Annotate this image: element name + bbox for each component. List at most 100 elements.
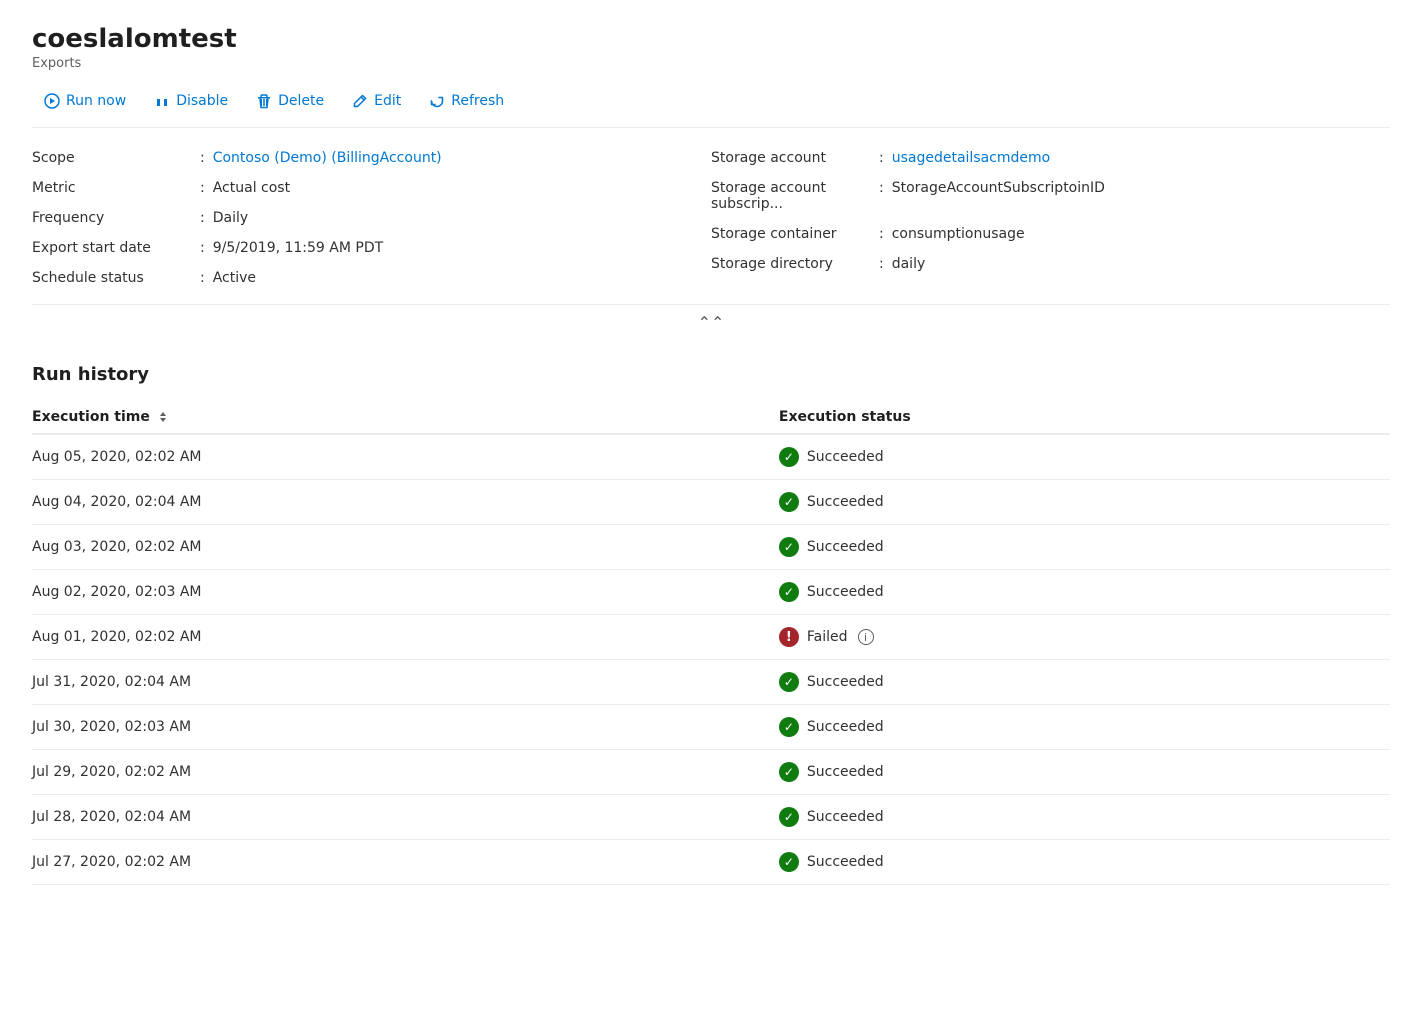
status-text: Succeeded [807,719,884,735]
detail-value: consumptionusage [892,224,1390,244]
detail-label: Frequency [32,208,192,228]
detail-colon: : [871,148,892,168]
table-row: Jul 28, 2020, 02:04 AM✓ Succeeded [32,795,1390,840]
detail-colon: : [192,238,213,258]
run-history-title: Run history [32,364,1390,385]
detail-label: Storage container [711,224,871,244]
details-section: Scope:Contoso (Demo) (BillingAccount)Met… [32,148,1390,288]
detail-label: Schedule status [32,268,192,288]
execution-status-cell: ✓ Succeeded [779,750,1390,795]
detail-value: Active [213,268,711,288]
status-text: Succeeded [807,809,884,825]
detail-label: Storage account [711,148,871,168]
execution-time-cell: Aug 05, 2020, 02:02 AM [32,434,779,480]
status-success-icon: ✓ [779,537,799,557]
disable-label: Disable [176,93,228,109]
table-row: Aug 02, 2020, 02:03 AM✓ Succeeded [32,570,1390,615]
status-text: Succeeded [807,674,884,690]
run-now-button[interactable]: Run now [32,87,138,115]
disable-button[interactable]: Disable [142,87,240,115]
status-success-icon: ✓ [779,807,799,827]
run-history-section: Run history Execution time [32,364,1390,885]
delete-label: Delete [278,93,324,109]
status-success-icon: ✓ [779,717,799,737]
execution-status-cell: ✓ Succeeded [779,525,1390,570]
status-text: Succeeded [807,449,884,465]
detail-colon: : [871,254,892,274]
detail-colon: : [871,178,892,214]
detail-label: Metric [32,178,192,198]
edit-icon [352,93,368,109]
table-row: Jul 31, 2020, 02:04 AM✓ Succeeded [32,660,1390,705]
detail-colon: : [192,268,213,288]
status-text: Succeeded [807,494,884,510]
table-row: Aug 03, 2020, 02:02 AM✓ Succeeded [32,525,1390,570]
table-row: Jul 30, 2020, 02:03 AM✓ Succeeded [32,705,1390,750]
details-left: Scope:Contoso (Demo) (BillingAccount)Met… [32,148,711,288]
execution-time-cell: Aug 01, 2020, 02:02 AM [32,615,779,660]
detail-value: Daily [213,208,711,228]
execution-time-cell: Aug 02, 2020, 02:03 AM [32,570,779,615]
execution-time-cell: Jul 29, 2020, 02:02 AM [32,750,779,795]
execution-status-cell: ✓ Succeeded [779,570,1390,615]
detail-value: daily [892,254,1390,274]
col-execution-status: Execution status [779,401,1390,434]
detail-value: 9/5/2019, 11:59 AM PDT [213,238,711,258]
table-row: Aug 01, 2020, 02:02 AM!Failedi [32,615,1390,660]
execution-status-cell: !Failedi [779,615,1390,660]
breadcrumb: Exports [32,56,1390,71]
execution-time-cell: Jul 30, 2020, 02:03 AM [32,705,779,750]
detail-colon: : [192,148,213,168]
collapse-bar[interactable]: ⌃⌃ [32,304,1390,340]
detail-colon: : [192,208,213,228]
refresh-label: Refresh [451,93,504,109]
disable-icon [154,93,170,109]
execution-status-cell: ✓ Succeeded [779,480,1390,525]
edit-label: Edit [374,93,401,109]
status-success-icon: ✓ [779,672,799,692]
execution-status-cell: ✓Succeeded [779,840,1390,885]
toolbar: Run now Disable Delete [32,87,1390,128]
status-success-icon: ✓ [779,447,799,467]
status-success-icon: ✓ [779,762,799,782]
table-row: Aug 05, 2020, 02:02 AM✓ Succeeded [32,434,1390,480]
sort-icon [156,410,170,424]
detail-label: Export start date [32,238,192,258]
info-icon[interactable]: i [858,629,874,645]
execution-time-cell: Jul 27, 2020, 02:02 AM [32,840,779,885]
detail-colon: : [192,178,213,198]
detail-colon: : [871,224,892,244]
table-row: Jul 29, 2020, 02:02 AM✓ Succeeded [32,750,1390,795]
delete-icon [256,93,272,109]
status-success-icon: ✓ [779,582,799,602]
details-right: Storage account:usagedetailsacmdemoStora… [711,148,1390,288]
refresh-button[interactable]: Refresh [417,87,516,115]
execution-time-cell: Aug 04, 2020, 02:04 AM [32,480,779,525]
detail-value[interactable]: Contoso (Demo) (BillingAccount) [213,148,711,168]
detail-label: Storage directory [711,254,871,274]
execution-status-cell: ✓ Succeeded [779,795,1390,840]
page-title: coeslalomtest [32,24,1390,54]
execution-status-cell: ✓ Succeeded [779,434,1390,480]
detail-value: Actual cost [213,178,711,198]
delete-button[interactable]: Delete [244,87,336,115]
table-row: Jul 27, 2020, 02:02 AM✓Succeeded [32,840,1390,885]
detail-label: Storage account subscrip... [711,178,871,214]
detail-value[interactable]: usagedetailsacmdemo [892,148,1390,168]
status-text: Succeeded [807,764,884,780]
run-now-label: Run now [66,93,126,109]
status-text: Succeeded [807,584,884,600]
edit-button[interactable]: Edit [340,87,413,115]
status-success-icon: ✓ [779,852,799,872]
execution-status-cell: ✓ Succeeded [779,660,1390,705]
status-success-icon: ✓ [779,492,799,512]
execution-time-cell: Aug 03, 2020, 02:02 AM [32,525,779,570]
execution-time-cell: Jul 31, 2020, 02:04 AM [32,660,779,705]
status-text: Succeeded [807,539,884,555]
execution-status-cell: ✓ Succeeded [779,705,1390,750]
execution-time-cell: Jul 28, 2020, 02:04 AM [32,795,779,840]
detail-label: Scope [32,148,192,168]
status-text: Failed [807,629,848,645]
run-now-icon [44,93,60,109]
col-execution-time[interactable]: Execution time [32,401,779,434]
